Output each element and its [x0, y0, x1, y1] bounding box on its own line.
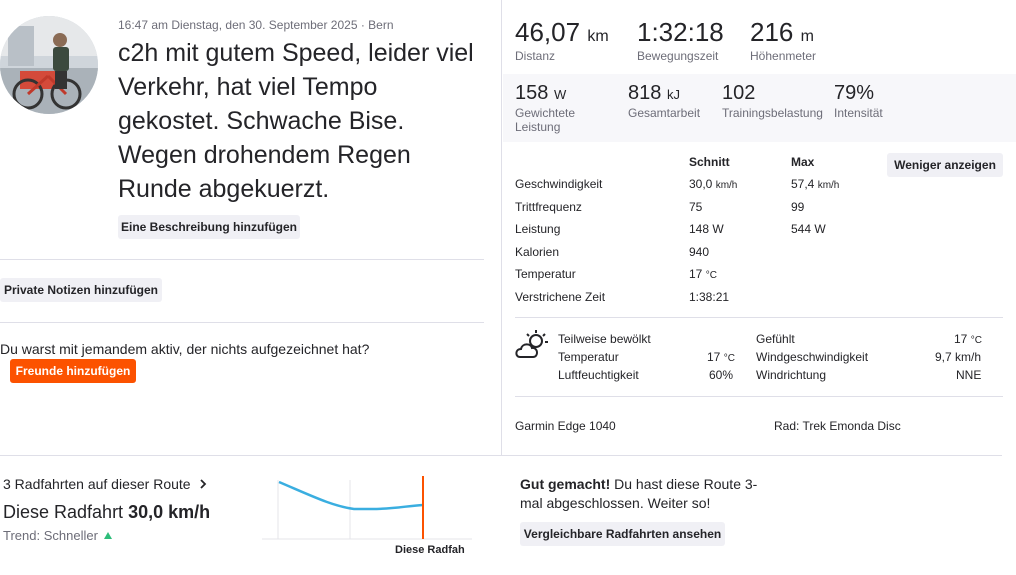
stat-label: Distanz	[515, 49, 556, 63]
stat-value: 1:32:18	[637, 17, 724, 47]
table-row: Geschwindigkeit 30,0 km/h 57,4 km/h	[515, 177, 840, 191]
divider	[0, 455, 1002, 456]
stat-intensity: 79% Intensität	[834, 82, 883, 120]
table-row: Kalorien 940	[515, 245, 710, 259]
add-friends-button[interactable]: Freunde hinzufügen	[10, 359, 136, 383]
stat-value: 216 m	[750, 17, 814, 47]
stat-distance: 46,07 km Distanz	[515, 17, 609, 63]
weather-feels-label: Gefühlt	[756, 332, 795, 346]
weather-wind-speed-label: Windgeschwindigkeit	[756, 350, 869, 364]
weather-feels-value: 17 °C	[954, 332, 982, 346]
athlete-avatar[interactable]	[0, 16, 98, 114]
weather-temp-label: Temperatur	[558, 350, 619, 364]
column-header-max: Max	[791, 155, 815, 169]
stat-label: Bewegungszeit	[637, 49, 719, 63]
chart-caption: Diese Radfah	[395, 544, 465, 556]
stat-total-work: 818 kJ Gesamtarbeit	[628, 82, 701, 120]
stat-label: Höhenmeter	[750, 49, 817, 63]
avatar-photo	[0, 16, 98, 114]
chevron-right-icon	[200, 476, 207, 492]
trend-up-icon	[103, 532, 112, 539]
weather-condition: Teilweise bewölkt	[558, 332, 651, 346]
weather-wind-speed-value: 9,7 km/h	[935, 350, 982, 364]
add-description-button[interactable]: Eine Beschreibung hinzufügen	[118, 215, 300, 239]
stat-training-load: 102 Trainingsbelastung	[722, 82, 823, 120]
partly-cloudy-icon	[514, 329, 550, 361]
with-someone-prompt: Du warst mit jemandem aktiv, der nichts …	[0, 341, 370, 357]
compare-rides-button[interactable]: Vergleichbare Radfahrten ansehen	[520, 522, 725, 546]
table-row: Leistung 148 W 544 W	[515, 222, 826, 236]
weather-temp-value: 17 °C	[707, 350, 735, 364]
divider	[515, 317, 1003, 318]
table-row: Verstrichene Zeit 1:38:21	[515, 290, 730, 304]
route-speed: Diese Radfahrt 30,0 km/h	[3, 502, 211, 522]
column-header-avg: Schnitt	[689, 155, 730, 169]
activity-meta: 16:47 am Dienstag, den 30. September 202…	[118, 18, 394, 32]
divider	[515, 396, 1003, 397]
divider	[0, 322, 484, 323]
chart-speed-line	[278, 480, 424, 511]
activity-title[interactable]: c2h mit gutem Speed, leider viel Verkehr…	[118, 36, 478, 206]
device-name: Garmin Edge 1040	[515, 419, 616, 433]
route-congrats: Gut gemacht! Du hast diese Route 3-mal a…	[520, 476, 758, 511]
stat-elevation: 216 m Höhenmeter	[750, 17, 816, 63]
table-row: Trittfrequenz 75 99	[515, 200, 805, 214]
weather-humidity-value: 60%	[709, 368, 734, 382]
column-divider	[501, 0, 502, 456]
route-trend: Trend: Schneller	[3, 528, 112, 543]
weather-wind-dir-value: NNE	[956, 368, 982, 382]
table-row: Temperatur 17 °C	[515, 267, 717, 281]
stat-moving-time: 1:32:18 Bewegungszeit	[637, 17, 724, 63]
route-count-link[interactable]: 3 Radfahrten auf dieser Route	[3, 476, 207, 492]
weather-humidity-label: Luftfeuchtigkeit	[558, 368, 639, 382]
bike-name[interactable]: Rad: Trek Emonda Disc	[774, 419, 901, 433]
stat-weighted-power: 158 W Gewichtete Leistung	[515, 82, 576, 134]
private-notes-button[interactable]: Private Notizen hinzufügen	[0, 278, 162, 302]
divider	[0, 259, 484, 260]
stat-value: 46,07 km	[515, 17, 609, 47]
show-less-button[interactable]: Weniger anzeigen	[887, 153, 1003, 177]
weather-wind-dir-label: Windrichtung	[756, 368, 827, 382]
